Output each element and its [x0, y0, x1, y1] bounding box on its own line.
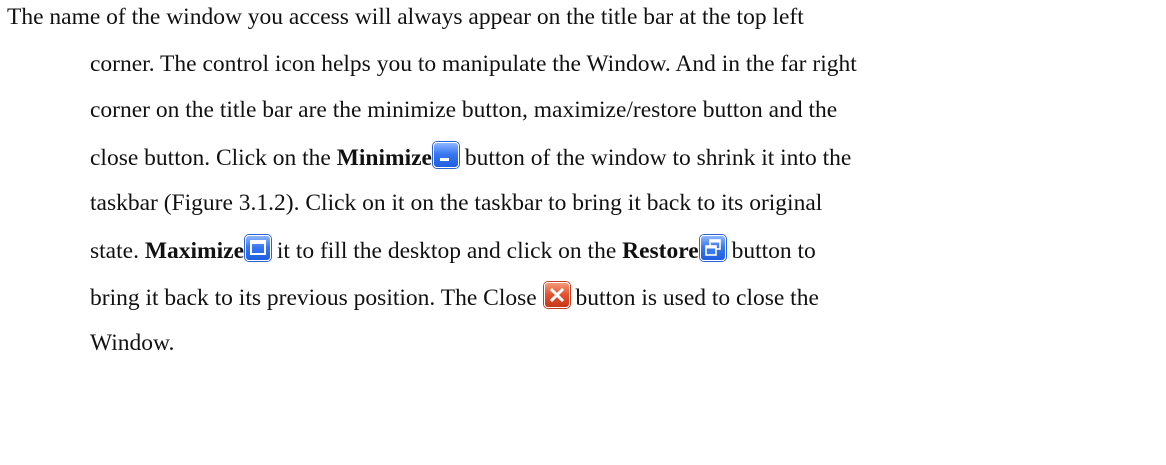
restore-icon	[699, 234, 726, 261]
text-run: bring it back to its previous position. …	[90, 284, 543, 311]
minimize-icon	[433, 141, 459, 168]
text-run: button is used to close the	[569, 284, 819, 311]
text-run: corner. The control icon helps you to ma…	[90, 50, 857, 77]
text-run: close button. Click on the	[90, 144, 337, 171]
minimize-term: Minimize	[336, 144, 432, 171]
maximize-icon	[245, 234, 272, 261]
restore-term: Restore	[622, 237, 699, 264]
paragraph-line: bring it back to its previous position. …	[0, 281, 1166, 329]
text-run: The name of the window you access will a…	[7, 4, 804, 30]
text-run: taskbar (Figure 3.1.2). Click on it on t…	[90, 190, 823, 217]
text-run: it to fill the desktop and click on the	[271, 237, 623, 264]
text-run: button to	[725, 237, 816, 264]
text-run: Window.	[90, 330, 175, 357]
document-paragraph: The name of the window you access will a…	[0, 2, 1166, 375]
paragraph-line: Window.	[0, 328, 1166, 375]
paragraph-line: corner. The control icon helps you to ma…	[0, 49, 1166, 96]
paragraph-line: taskbar (Figure 3.1.2). Click on it on t…	[0, 188, 1166, 235]
paragraph-line: state. Maximize it to fill the desktop a…	[0, 234, 1166, 282]
text-run: corner on the title bar are the minimize…	[90, 97, 838, 124]
paragraph-line: close button. Click on the Minimize butt…	[0, 141, 1166, 189]
text-run: button of the window to shrink it into t…	[459, 144, 852, 171]
paragraph-line: The name of the window you access will a…	[0, 2, 1166, 49]
text-run: state.	[90, 237, 145, 264]
maximize-term: Maximize	[144, 237, 245, 264]
paragraph-line: corner on the title bar are the minimize…	[0, 95, 1166, 142]
close-icon	[543, 281, 570, 308]
